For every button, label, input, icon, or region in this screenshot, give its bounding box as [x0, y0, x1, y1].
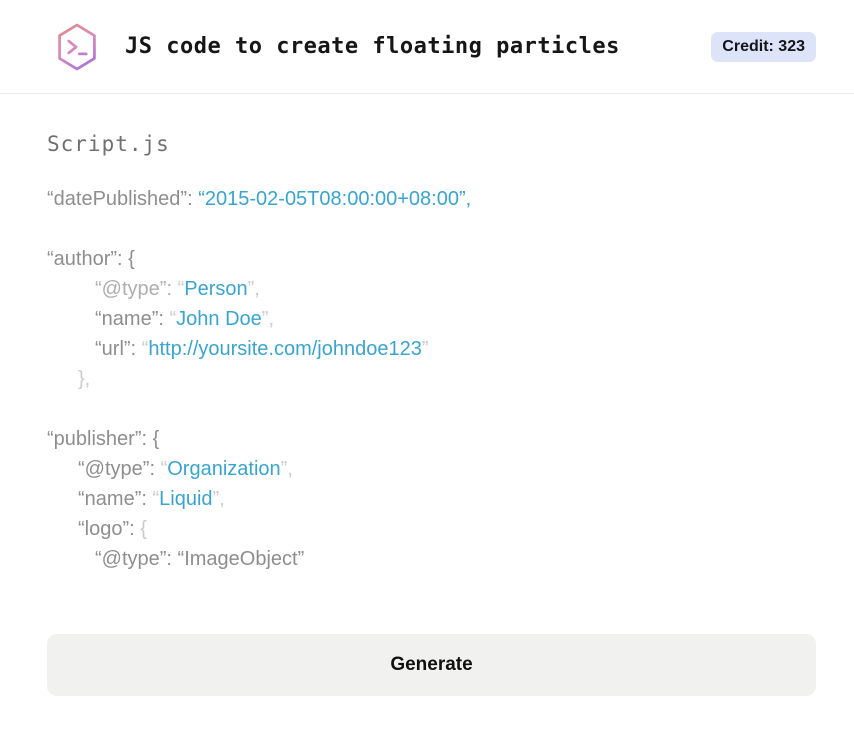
- code-segment: :: [141, 428, 153, 450]
- code-segment: “logo”: [78, 518, 130, 540]
- code-segment: Person: [184, 278, 248, 300]
- code-segment: http://yoursite.com/johndoe123: [148, 338, 422, 360]
- code-line: },: [47, 364, 816, 394]
- code-segment: :: [158, 308, 170, 330]
- header: JS code to create floating particles Cre…: [0, 0, 854, 94]
- code-segment: John Doe: [176, 308, 262, 330]
- code-segment: ”: [421, 338, 429, 360]
- code-segment: “url”: [95, 338, 131, 360]
- code-segment: “@type”: [78, 458, 150, 480]
- code-segment: :: [130, 338, 142, 360]
- code-segment: :: [187, 188, 199, 210]
- code-segment: “author”: [47, 248, 118, 270]
- code-segment: ,: [219, 488, 225, 510]
- filename-heading: Script.js: [47, 132, 170, 156]
- code-line: “datePublished”: “2015-02-05T08:00:00+08…: [47, 184, 816, 214]
- generate-button[interactable]: Generate: [47, 634, 816, 696]
- code-line: “url”: “http://yoursite.com/johndoe123”: [47, 334, 816, 364]
- code-segment: :: [141, 488, 153, 510]
- main-content: Script.js “datePublished”: “2015-02-05T0…: [0, 132, 854, 696]
- code-segment: Organization: [167, 458, 281, 480]
- code-line: “publisher”: {: [47, 424, 816, 454]
- code-line: “@type”: “ImageObject”: [47, 544, 816, 574]
- terminal-prompt-hexagon-icon: [58, 23, 96, 70]
- code-segment: “publisher”: [47, 428, 142, 450]
- code-segment: “datePublished”: [47, 188, 188, 210]
- code-segment: :: [117, 248, 129, 270]
- code-segment: :: [129, 518, 141, 540]
- code-segment: Liquid: [159, 488, 213, 510]
- credit-badge: Credit: 323: [711, 31, 816, 62]
- code-segment: “2015-02-05T08:00:00+08:00”,: [198, 188, 472, 210]
- code-segment: “@type”: “ImageObject”: [95, 548, 305, 570]
- code-segment: ,: [287, 458, 293, 480]
- code-segment: {: [152, 428, 160, 450]
- code-segment: :: [149, 458, 161, 480]
- code-segment: },: [78, 368, 91, 390]
- page-title: JS code to create floating particles: [125, 34, 620, 59]
- code-segment: “name”: [95, 308, 159, 330]
- code-line: “logo”: {: [47, 514, 816, 544]
- code-line: “@type”: “Person”,: [47, 274, 816, 304]
- code-line: “name”: “Liquid”,: [47, 484, 816, 514]
- code-line: “@type”: “Organization”,: [47, 454, 816, 484]
- code-segment: ,: [268, 308, 275, 330]
- code-segment: ,: [254, 278, 260, 300]
- code-segment: “@type”: [95, 278, 167, 300]
- code-segment: {: [140, 518, 147, 540]
- code-block: “datePublished”: “2015-02-05T08:00:00+08…: [47, 184, 816, 574]
- code-segment: “name”: [78, 488, 142, 510]
- code-segment: {: [128, 248, 135, 270]
- code-line: “author”: {: [47, 244, 816, 274]
- code-line: “name”: “John Doe”,: [47, 304, 816, 334]
- code-segment: :: [166, 278, 178, 300]
